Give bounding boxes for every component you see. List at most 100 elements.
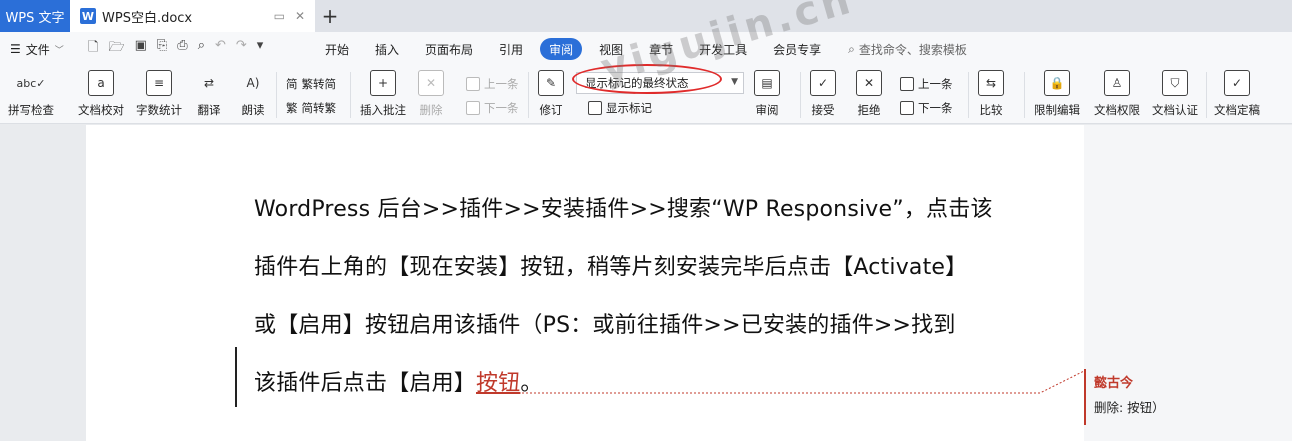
doc-finalize-button[interactable]: ✓ 文档定稿 [1214, 70, 1260, 118]
tab-review[interactable]: 审阅 [540, 38, 583, 60]
chevron-down-icon: ▼ [731, 77, 738, 87]
prev-comment-icon [466, 77, 480, 91]
next-comment-label: 下一条 [484, 101, 519, 115]
trad-to-simp-icon: 简 [286, 77, 298, 91]
delete-comment-label: 删除 [419, 103, 443, 117]
next-change-label: 下一条 [918, 101, 953, 115]
add-comment-icon: + [370, 70, 396, 96]
accept-label: 接受 [811, 103, 835, 117]
doc-proofread-label: 文档校对 [78, 103, 124, 117]
doc-certify-button[interactable]: ⛉ 文档认证 [1152, 70, 1198, 118]
redo-icon[interactable]: ↷ [236, 38, 247, 60]
delete-comment-button[interactable]: ✕ 删除 [418, 70, 444, 118]
new-doc-icon[interactable]: 🗋 [88, 38, 98, 60]
speaker-icon: A) [246, 76, 260, 90]
tab-references[interactable]: 引用 [486, 38, 536, 60]
file-menu-button[interactable]: ☰ 文件 ﹀ [0, 41, 80, 58]
undo-icon[interactable]: ↶ [215, 38, 226, 60]
compare-button[interactable]: ⇆ 比较 [978, 70, 1004, 118]
read-aloud-button[interactable]: A) 朗读 [240, 70, 266, 118]
doc-certify-label: 文档认证 [1152, 103, 1198, 117]
ribbon-separator [1024, 72, 1025, 118]
read-aloud-label: 朗读 [241, 103, 265, 117]
tab-page-layout[interactable]: 页面布局 [412, 38, 486, 60]
comment-author: 懿古今 [1094, 376, 1134, 391]
tab-insert[interactable]: 插入 [362, 38, 412, 60]
accept-icon: ✓ [810, 70, 836, 96]
revision-comment[interactable]: 懿古今 删除: 按钮） [1084, 369, 1254, 425]
reject-icon: ✕ [856, 70, 882, 96]
show-markup-button[interactable]: 显示标记 [588, 100, 652, 116]
doc-permission-button[interactable]: ♙ 文档权限 [1094, 70, 1140, 118]
spell-check-button[interactable]: abc✓ 拼写检查 [8, 70, 54, 118]
finalize-icon: ✓ [1224, 70, 1250, 96]
ribbon-separator [350, 72, 351, 118]
prev-comment-label: 上一条 [484, 77, 519, 91]
file-menu-label: 文件 [25, 42, 50, 57]
document-tab[interactable]: W WPS空白.docx ▭ ✕ [70, 0, 315, 32]
review-pane-button[interactable]: ▤ 审阅 [754, 70, 780, 118]
tab-chapter[interactable]: 章节 [636, 38, 686, 60]
markup-state-select[interactable]: 显示标记的最终状态 ▼ [576, 72, 744, 94]
proofread-icon: a [88, 70, 114, 96]
close-icon[interactable]: ✕ [295, 9, 305, 23]
document-tab-label: WPS空白.docx [102, 10, 193, 26]
ribbon-tabs: 开始 插入 页面布局 引用 审阅 视图 章节 开发工具 会员专享 [312, 38, 834, 60]
track-changes-label: 修订 [539, 103, 563, 117]
menu-bar: ☰ 文件 ﹀ 🗋 🗁 ▣ ⎘ ⎙ ⌕ ↶ ↷ ▾ 开始 插入 页面布局 引用 审… [0, 32, 1292, 66]
compare-label: 比较 [979, 103, 1003, 117]
restrict-edit-label: 限制编辑 [1034, 103, 1080, 117]
translate-label: 翻译 [197, 103, 221, 117]
show-markup-icon [588, 101, 602, 115]
translate-icon: ⇄ [203, 76, 215, 90]
command-search[interactable]: ⌕ 查找命令、搜索模板 [848, 41, 967, 58]
prev-comment-button[interactable]: 上一条 [466, 76, 519, 92]
spell-check-icon: abc✓ [16, 76, 46, 90]
tab-home[interactable]: 开始 [312, 38, 362, 60]
review-ribbon: abc✓ 拼写检查 a 文档校对 ≡ 字数统计 ⇄ 翻译 A) 朗读 简 繁转简… [0, 66, 1292, 124]
translate-button[interactable]: ⇄ 翻译 [196, 70, 222, 118]
new-tab-button[interactable]: + [315, 0, 345, 32]
next-change-icon [900, 101, 914, 115]
save-icon[interactable]: ▣ [135, 38, 147, 60]
doc-permission-label: 文档权限 [1094, 103, 1140, 117]
doc-proofread-button[interactable]: a 文档校对 [78, 70, 124, 118]
shield-icon: ⛉ [1162, 70, 1188, 96]
ribbon-separator [528, 72, 529, 118]
ribbon-separator [968, 72, 969, 118]
open-folder-icon[interactable]: 🗁 [108, 38, 124, 60]
delete-comment-icon: ✕ [418, 70, 444, 96]
simp-to-trad-button[interactable]: 繁 简转繁 [286, 100, 336, 116]
app-tab[interactable]: WPS 文字 [0, 0, 70, 32]
accept-button[interactable]: ✓ 接受 [810, 70, 836, 118]
prev-change-label: 上一条 [918, 77, 953, 91]
comment-body: 删除: 按钮） [1094, 400, 1165, 415]
document-area: WordPress 后台>>插件>>安装插件>>搜索“WP Responsive… [0, 125, 1292, 441]
tab-view[interactable]: 视图 [586, 38, 636, 60]
trad-to-simp-button[interactable]: 简 繁转简 [286, 76, 336, 92]
reject-button[interactable]: ✕ 拒绝 [856, 70, 882, 118]
word-count-icon: ≡ [146, 70, 172, 96]
restrict-edit-button[interactable]: 🔒 限制编辑 [1034, 70, 1080, 118]
word-count-button[interactable]: ≡ 字数统计 [136, 70, 182, 118]
insert-comment-button[interactable]: + 插入批注 [360, 70, 406, 118]
reject-label: 拒绝 [857, 103, 881, 117]
hamburger-icon: ☰ [10, 42, 21, 56]
track-changes-button[interactable]: ✎ 修订 [538, 70, 564, 118]
format-painter-icon[interactable]: ⎘ [157, 38, 167, 60]
print-preview-icon[interactable]: ⌕ [198, 38, 205, 60]
print-icon[interactable]: ⎙ [177, 38, 187, 60]
permission-icon: ♙ [1104, 70, 1130, 96]
show-markup-label: 显示标记 [606, 101, 652, 115]
window-restore-icon[interactable]: ▭ [274, 9, 285, 23]
customize-toolbar-icon[interactable]: ▾ [257, 38, 264, 60]
next-change-button[interactable]: 下一条 [900, 100, 953, 116]
trad-to-simp-label: 繁转简 [301, 77, 337, 91]
ribbon-separator [276, 72, 277, 118]
tab-member[interactable]: 会员专享 [760, 38, 834, 60]
tab-developer[interactable]: 开发工具 [686, 38, 760, 60]
prev-change-button[interactable]: 上一条 [900, 76, 953, 92]
chevron-down-icon: ﹀ [54, 45, 64, 56]
ribbon-separator [1206, 72, 1207, 118]
next-comment-button[interactable]: 下一条 [466, 100, 519, 116]
